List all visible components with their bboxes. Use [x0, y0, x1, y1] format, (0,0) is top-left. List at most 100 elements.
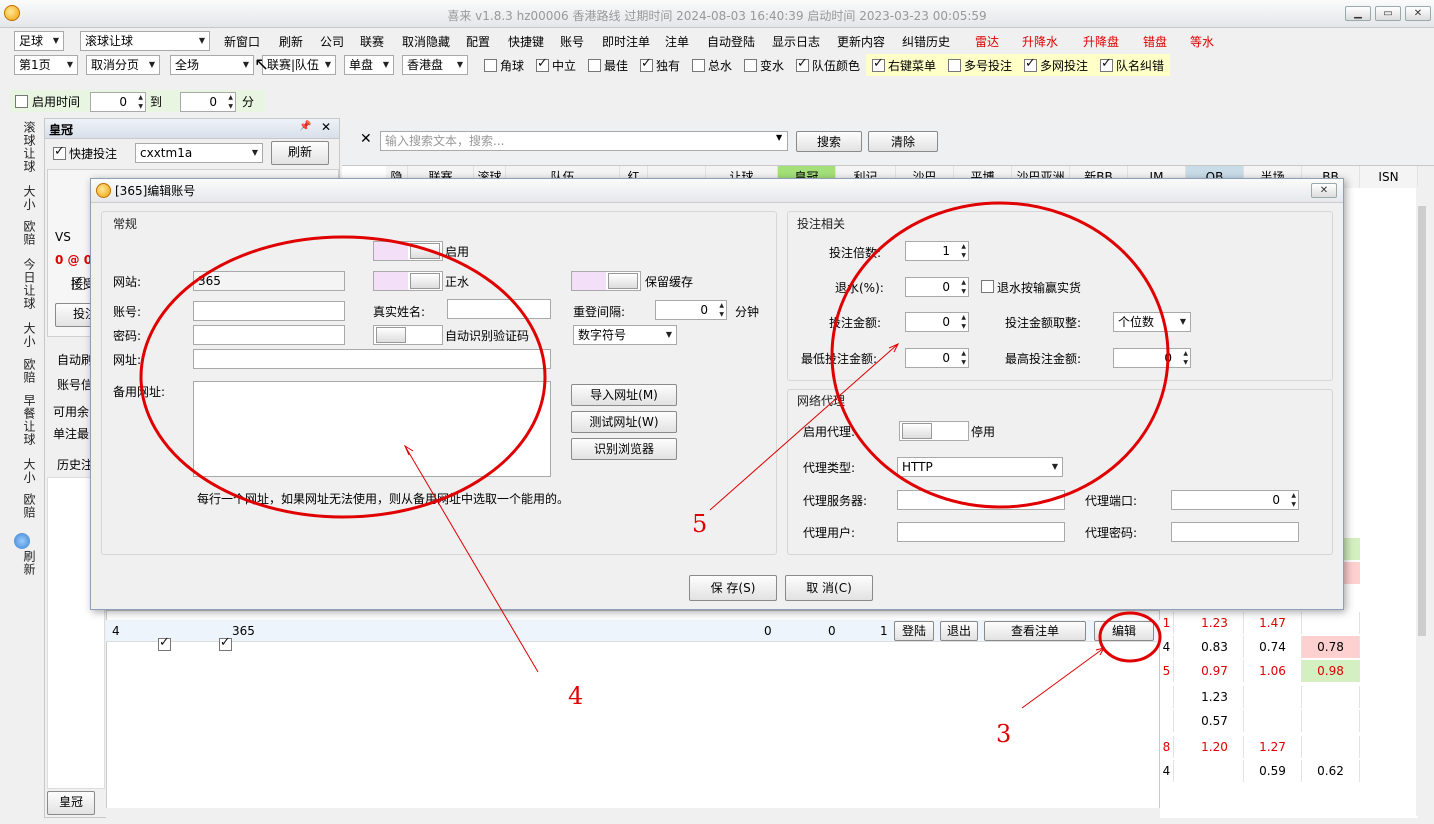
- scrollbar-thumb[interactable]: [1418, 206, 1426, 636]
- proxy-toggle[interactable]: [899, 421, 969, 441]
- menu-item-red[interactable]: 雷达: [975, 33, 999, 49]
- odds-cell[interactable]: 4: [1160, 760, 1174, 782]
- grid-column-header[interactable]: ISN: [1360, 166, 1418, 188]
- menu-item[interactable]: 注单: [665, 33, 689, 49]
- logout-button[interactable]: 退出: [940, 621, 978, 641]
- checkbox[interactable]: [692, 59, 705, 72]
- save-button[interactable]: 保 存(S): [689, 575, 777, 601]
- odds-cell[interactable]: 0.83: [1186, 636, 1244, 658]
- option-check[interactable]: 右键菜单: [872, 56, 936, 73]
- realname-field[interactable]: [447, 299, 551, 319]
- sport-select[interactable]: 足球: [14, 31, 64, 51]
- clear-button[interactable]: 清除: [868, 131, 938, 152]
- close-button[interactable]: ✕: [1405, 6, 1431, 21]
- time-enable-checkbox[interactable]: [15, 95, 28, 108]
- time-to-spin[interactable]: 0: [180, 92, 236, 112]
- vertical-tab[interactable]: 大小: [10, 458, 36, 484]
- odds-cell[interactable]: 1.23: [1186, 686, 1244, 708]
- vertical-tab[interactable]: 早餐让球: [10, 394, 36, 446]
- menu-item[interactable]: 快捷键: [508, 33, 544, 49]
- checkbox[interactable]: [872, 56, 885, 72]
- history-tab[interactable]: 历史注: [57, 457, 93, 473]
- menu-item[interactable]: 纠错历史: [902, 33, 950, 49]
- checkbox[interactable]: [640, 56, 653, 72]
- relogin-spin[interactable]: 0: [655, 300, 727, 320]
- pin-icon[interactable]: 📌: [299, 121, 311, 132]
- vertical-tab[interactable]: 刷新: [10, 550, 36, 576]
- option-check[interactable]: 角球: [484, 57, 524, 73]
- test-url-button[interactable]: 测试网址(W): [571, 411, 677, 433]
- menu-item[interactable]: 配置: [466, 33, 490, 49]
- odds-cell[interactable]: 1.47: [1244, 612, 1302, 634]
- odds-select[interactable]: 香港盘: [402, 55, 468, 75]
- menu-item[interactable]: 取消隐藏: [402, 33, 450, 49]
- enable-toggle[interactable]: [373, 241, 443, 261]
- odds-cell[interactable]: 0.97: [1186, 660, 1244, 682]
- checkbox[interactable]: [1024, 56, 1037, 72]
- checkbox[interactable]: [1100, 56, 1113, 72]
- vertical-tab[interactable]: 欧赔: [10, 220, 36, 246]
- odds-cell[interactable]: 8: [1160, 736, 1174, 758]
- menu-item[interactable]: 即时注单: [602, 33, 650, 49]
- checkbox[interactable]: [948, 59, 961, 72]
- menu-item[interactable]: 新窗口: [224, 33, 260, 49]
- maximize-button[interactable]: ▭: [1375, 6, 1401, 21]
- checkbox[interactable]: [484, 59, 497, 72]
- chevron-down-icon[interactable]: ▼: [776, 133, 782, 142]
- horizontal-scrollbar[interactable]: [106, 808, 1160, 818]
- checkbox[interactable]: [588, 59, 601, 72]
- dialog-close-button[interactable]: ✕: [1311, 183, 1337, 198]
- time-from-spin[interactable]: 0: [90, 92, 146, 112]
- refresh-icon[interactable]: [14, 533, 30, 549]
- menu-item-red[interactable]: 升降水: [1022, 33, 1058, 49]
- odds-cell[interactable]: [1302, 686, 1360, 708]
- odds-cell[interactable]: [1160, 686, 1174, 708]
- vertical-tab[interactable]: 欧赔: [10, 358, 36, 384]
- cancel-page-select[interactable]: 取消分页: [86, 55, 160, 75]
- left-refresh-button[interactable]: 刷新: [271, 141, 329, 165]
- proxy-user-field[interactable]: [897, 522, 1065, 542]
- odds-cell[interactable]: [1244, 686, 1302, 708]
- odds-cell[interactable]: 4: [1160, 636, 1174, 658]
- url-field[interactable]: [193, 349, 551, 369]
- proxy-server-field[interactable]: [897, 490, 1065, 510]
- odds-cell[interactable]: 1.20: [1186, 736, 1244, 758]
- bottom-tab-huangguan[interactable]: 皇冠: [47, 791, 95, 815]
- odds-cell[interactable]: 0.98: [1302, 660, 1360, 682]
- option-check[interactable]: 多号投注: [948, 57, 1012, 73]
- proxy-type-select[interactable]: HTTP: [897, 457, 1063, 477]
- odds-cell[interactable]: 0.78: [1302, 636, 1360, 658]
- checkbox[interactable]: [536, 56, 549, 72]
- edit-button[interactable]: 编辑: [1094, 621, 1154, 641]
- page-select[interactable]: 第1页: [14, 55, 78, 75]
- captcha-toggle[interactable]: [373, 325, 443, 345]
- quick-bet-checkbox[interactable]: [53, 144, 66, 160]
- account-field[interactable]: [193, 301, 345, 321]
- vertical-tab[interactable]: 大小: [10, 322, 36, 348]
- option-check[interactable]: 变水: [744, 57, 784, 73]
- rounding-select[interactable]: 个位数: [1113, 312, 1191, 332]
- keep-cache-toggle[interactable]: [571, 271, 641, 291]
- odds-cell[interactable]: [1244, 710, 1302, 732]
- menu-item[interactable]: 联赛: [360, 33, 384, 49]
- multiple-spin[interactable]: 1: [905, 241, 969, 261]
- odds-cell[interactable]: 1: [1160, 612, 1174, 634]
- team-select[interactable]: 联赛|队伍: [262, 55, 336, 75]
- symbol-select[interactable]: 数字符号: [573, 325, 677, 345]
- zhengshui-toggle[interactable]: [373, 271, 443, 291]
- view-bets-button[interactable]: 查看注单: [984, 621, 1086, 641]
- minimize-button[interactable]: ▁: [1345, 6, 1371, 21]
- odds-cell[interactable]: 0.74: [1244, 636, 1302, 658]
- rebate-checkbox[interactable]: [981, 280, 994, 293]
- menu-item[interactable]: 自动登陆: [707, 33, 755, 49]
- field-select[interactable]: 全场: [170, 55, 254, 75]
- odds-cell[interactable]: 5: [1160, 660, 1174, 682]
- odds-cell[interactable]: 1.06: [1244, 660, 1302, 682]
- odds-cell[interactable]: [1186, 760, 1244, 782]
- rebate-spin[interactable]: 0: [905, 277, 969, 297]
- proxy-pass-field[interactable]: [1171, 522, 1299, 542]
- menu-item-red[interactable]: 等水: [1190, 33, 1214, 49]
- odds-cell[interactable]: [1302, 612, 1360, 634]
- account-info-tab[interactable]: 账号信: [57, 377, 93, 393]
- backup-url-textarea[interactable]: [193, 381, 551, 477]
